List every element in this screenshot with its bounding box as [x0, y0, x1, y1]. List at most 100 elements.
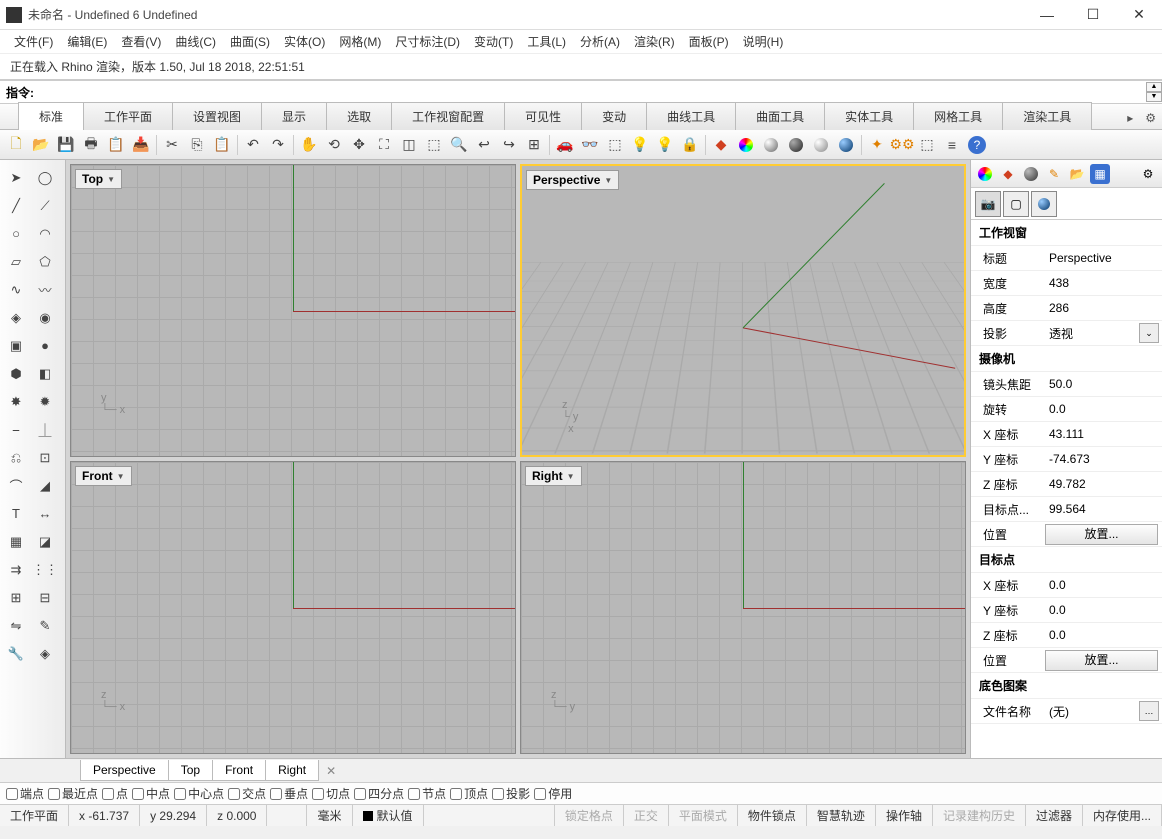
freeform-icon[interactable]: 〰	[31, 276, 59, 303]
viewport-tab[interactable]: Right	[265, 760, 319, 781]
property-value[interactable]: 49.782	[1045, 477, 1162, 491]
move-icon[interactable]: ✥	[347, 133, 371, 157]
line-icon[interactable]: ╱	[2, 192, 30, 219]
maximize-button[interactable]: ☐	[1070, 0, 1116, 30]
menu-item[interactable]: 实体(O)	[278, 30, 331, 53]
object-subtab-icon[interactable]	[1031, 191, 1057, 217]
status-toggle[interactable]: 正交	[624, 805, 669, 826]
library-tab-icon[interactable]: 📂	[1067, 164, 1087, 184]
toolbar-tab[interactable]: 工作平面	[83, 102, 173, 130]
command-history-spinner[interactable]: ▲▼	[1146, 82, 1162, 102]
curve-icon[interactable]: ∿	[2, 276, 30, 303]
env-tab-icon[interactable]	[1021, 164, 1041, 184]
viewport-tab[interactable]: Front	[212, 760, 266, 781]
menu-item[interactable]: 工具(L)	[521, 30, 572, 53]
split-icon[interactable]: ⏊	[31, 416, 59, 443]
viewport-perspective-label[interactable]: Perspective▼	[526, 170, 619, 190]
help-icon[interactable]: ?	[965, 133, 989, 157]
osnap-checkbox[interactable]	[6, 788, 18, 800]
box-icon[interactable]: ▣	[2, 332, 30, 359]
options-icon[interactable]: ✦	[865, 133, 889, 157]
osnap-option[interactable]: 点	[102, 785, 128, 802]
edit-tab-icon[interactable]: ✎	[1044, 164, 1064, 184]
zoom-window-icon[interactable]: ◫	[397, 133, 421, 157]
join-icon[interactable]: ⎌	[2, 444, 30, 471]
status-toggle[interactable]: 智慧轨迹	[807, 805, 876, 826]
four-view-icon[interactable]: ⊞	[522, 133, 546, 157]
materials-tab-icon[interactable]: ◆	[998, 164, 1018, 184]
osnap-checkbox[interactable]	[408, 788, 420, 800]
redo-view-icon[interactable]: ↪	[497, 133, 521, 157]
edit-icon[interactable]: ✎	[31, 612, 59, 639]
viewport-tab[interactable]: Perspective	[80, 760, 169, 781]
burst-icon[interactable]: ✹	[31, 388, 59, 415]
grid2-icon[interactable]: ⊟	[31, 584, 59, 611]
property-value[interactable]: 43.111	[1045, 427, 1162, 441]
camera-subtab-icon[interactable]: 📷	[975, 191, 1001, 217]
property-value[interactable]: Perspective	[1045, 251, 1162, 265]
status-toggle[interactable]: 锁定格点	[555, 805, 624, 826]
chevron-down-icon[interactable]: ▼	[117, 472, 125, 481]
color-wheel-icon[interactable]	[734, 133, 758, 157]
status-toggle[interactable]: 记录建构历史	[933, 805, 1026, 826]
toolbar-tab[interactable]: 可见性	[504, 102, 582, 130]
sphere-dark-icon[interactable]	[784, 133, 808, 157]
osnap-option[interactable]: 垂点	[270, 785, 308, 802]
wrench-icon[interactable]: 🔧	[2, 640, 30, 667]
select-all-icon[interactable]: ⬚	[603, 133, 627, 157]
property-value[interactable]: 99.564	[1045, 502, 1162, 516]
display-tab-icon[interactable]: ▦	[1090, 164, 1110, 184]
cut-icon[interactable]: ✂	[160, 133, 184, 157]
osnap-checkbox[interactable]	[132, 788, 144, 800]
viewport-top-label[interactable]: Top▼	[75, 169, 122, 189]
lasso-icon[interactable]: ◯	[31, 164, 59, 191]
osnap-option[interactable]: 投影	[492, 785, 530, 802]
zoom-extents-icon[interactable]: ⛶	[372, 133, 396, 157]
menu-item[interactable]: 文件(F)	[8, 30, 59, 53]
properties-tab-icon[interactable]	[975, 164, 995, 184]
car-icon[interactable]: 🚗	[553, 133, 577, 157]
frame-subtab-icon[interactable]: ▢	[1003, 191, 1029, 217]
viewport-perspective[interactable]: Perspective▼ z└ y x	[520, 164, 966, 457]
zoom-icon[interactable]: 🔍	[447, 133, 471, 157]
sphere-tool-icon[interactable]: ●	[31, 332, 59, 359]
explode-icon[interactable]: ✸	[2, 388, 30, 415]
toolbar-tab[interactable]: 曲线工具	[646, 102, 736, 130]
extrude-icon[interactable]: ◧	[31, 360, 59, 387]
osnap-option[interactable]: 交点	[228, 785, 266, 802]
save-file-icon[interactable]: 💾	[54, 133, 78, 157]
osnap-option[interactable]: 切点	[312, 785, 350, 802]
text-icon[interactable]: T	[2, 500, 30, 527]
property-value[interactable]: 0.0	[1045, 402, 1162, 416]
light-1-icon[interactable]: 💡	[628, 133, 652, 157]
browse-button[interactable]: …	[1139, 701, 1159, 721]
menu-item[interactable]: 分析(A)	[574, 30, 626, 53]
property-value[interactable]: -74.673	[1045, 452, 1162, 466]
redo-icon[interactable]: ↷	[266, 133, 290, 157]
osnap-checkbox[interactable]	[492, 788, 504, 800]
toolbar-tab[interactable]: 网格工具	[913, 102, 1003, 130]
close-button[interactable]: ✕	[1116, 0, 1162, 30]
trim-icon[interactable]: ⎯	[2, 416, 30, 443]
menu-item[interactable]: 面板(P)	[683, 30, 735, 53]
panel-gear-icon[interactable]: ⚙	[1138, 164, 1158, 184]
status-cplane[interactable]: 工作平面	[0, 805, 69, 826]
property-value[interactable]: 438	[1045, 276, 1162, 290]
property-value[interactable]: 0.0	[1045, 628, 1162, 642]
status-toggle[interactable]: 物件锁点	[738, 805, 807, 826]
grid-array-icon[interactable]: ⊞	[2, 584, 30, 611]
properties-icon[interactable]: ⬚	[915, 133, 939, 157]
minimize-button[interactable]: —	[1024, 0, 1070, 30]
hatch-icon[interactable]: ▦	[2, 528, 30, 555]
open-file-icon[interactable]: 📂	[29, 133, 53, 157]
toolbar-tab[interactable]: 显示	[261, 102, 327, 130]
osnap-checkbox[interactable]	[48, 788, 60, 800]
toolbar-tab[interactable]: 设置视图	[172, 102, 262, 130]
glasses-icon[interactable]: 👓	[578, 133, 602, 157]
layers-icon[interactable]: ≡	[940, 133, 964, 157]
osnap-option[interactable]: 停用	[534, 785, 572, 802]
osnap-option[interactable]: 中心点	[174, 785, 224, 802]
osnap-checkbox[interactable]	[534, 788, 546, 800]
viewport-right-label[interactable]: Right▼	[525, 466, 582, 486]
print-icon[interactable]: 🖶	[79, 133, 103, 157]
